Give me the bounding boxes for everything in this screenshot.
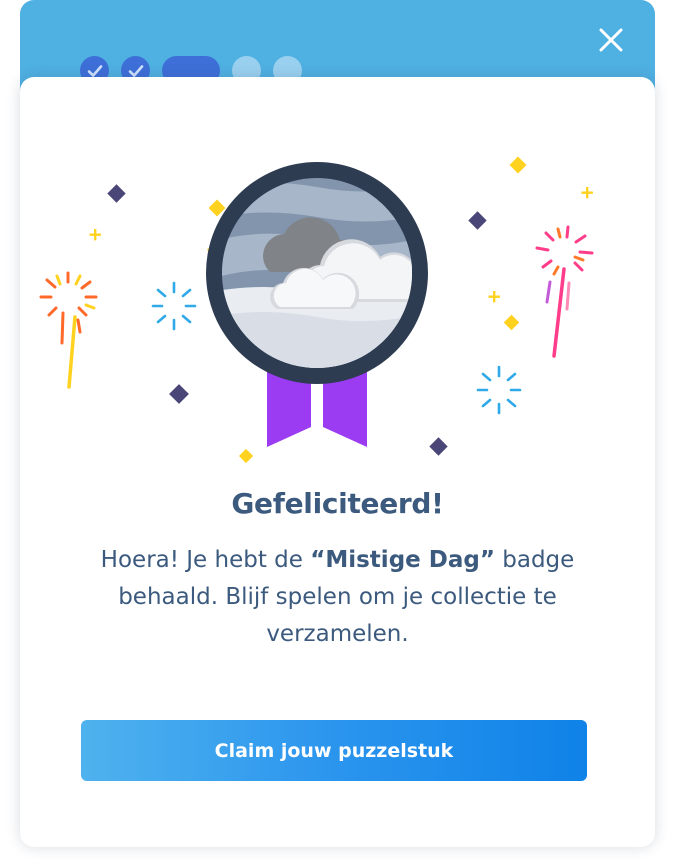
close-button[interactable]	[593, 22, 629, 58]
badge-earned-modal: Gefeliciteerd! Hoera! Je hebt de “Mistig…	[20, 77, 655, 847]
message-intro: Hoera! Je hebt de	[100, 547, 311, 573]
sparkler-left	[39, 271, 98, 389]
cloud-badge-icon	[206, 162, 428, 384]
firework-burst-left	[151, 281, 197, 331]
claim-puzzle-piece-button[interactable]: Claim jouw puzzelstuk	[81, 720, 587, 781]
close-icon	[599, 28, 623, 52]
modal-message: Hoera! Je hebt de “Mistige Dag” badge be…	[95, 542, 580, 653]
sparkler-right	[535, 225, 594, 358]
badge-name: “Mistige Dag”	[310, 547, 495, 573]
firework-burst-right	[476, 365, 522, 415]
modal-title: Gefeliciteerd!	[231, 487, 444, 520]
celebration-illustration	[39, 156, 594, 464]
